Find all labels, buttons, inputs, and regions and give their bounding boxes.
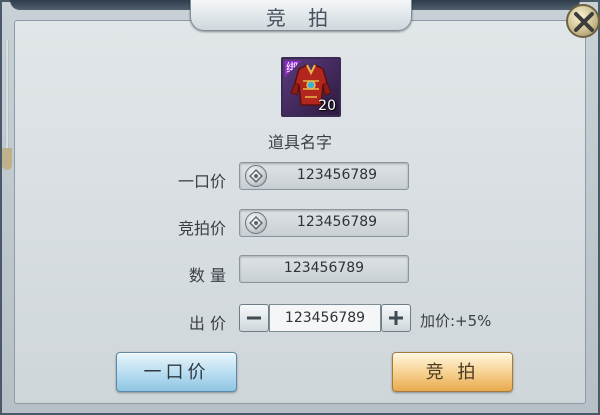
plus-icon xyxy=(389,311,403,325)
quantity-box: 123456789 xyxy=(239,255,409,283)
item-name: 道具名字 xyxy=(267,133,332,152)
bid-markup-text: 加价:+5% xyxy=(420,312,492,330)
offer-label: 出 价 xyxy=(188,314,226,333)
title-bar-left-wing xyxy=(10,0,190,10)
bid-price-label: 竞拍价 xyxy=(177,219,226,238)
item-icon[interactable]: 绑 20 xyxy=(281,57,341,117)
dialog-title: 竞 拍 xyxy=(265,6,337,30)
item-count: 20 xyxy=(318,98,336,114)
quantity-label: 数 量 xyxy=(188,266,226,285)
bid-price-value: 123456789 xyxy=(296,214,378,230)
bid-price-box: 123456789 xyxy=(239,209,409,237)
decrease-bid-button[interactable] xyxy=(239,304,269,332)
close-icon xyxy=(574,12,594,32)
title-bar: 竞 拍 xyxy=(190,0,412,31)
bid-button[interactable]: 竞 拍 xyxy=(392,352,513,392)
bid-amount-input[interactable]: 123456789 xyxy=(269,304,381,332)
buyout-price-label: 一口价 xyxy=(177,172,226,191)
silver-coin-icon xyxy=(245,212,267,234)
buyout-button[interactable]: 一口价 xyxy=(116,352,237,392)
silver-coin-icon xyxy=(245,165,267,187)
buyout-price-box: 123456789 xyxy=(239,162,409,190)
title-bar-right-wing xyxy=(410,0,580,10)
buyout-price-value: 123456789 xyxy=(296,167,378,183)
increase-bid-button[interactable] xyxy=(381,304,411,332)
quantity-value: 123456789 xyxy=(283,260,365,276)
minus-icon xyxy=(247,316,261,320)
close-button[interactable] xyxy=(566,4,600,38)
